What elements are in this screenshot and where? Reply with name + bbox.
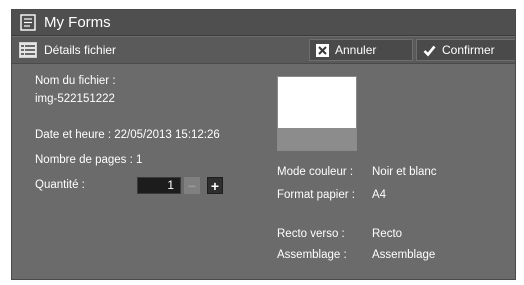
document-preview-thumbnail [277,76,357,151]
duplex-value: Recto [372,228,403,240]
preview-footer-bar [278,128,356,150]
cancel-button-label: Annuler [335,43,377,57]
confirm-button[interactable]: Confirmer [416,39,515,61]
forms-icon [20,14,36,31]
color-mode-value: Noir et blanc [372,166,437,178]
details-toolbar: Détails fichier Annuler Confirmer [12,37,515,64]
collate-value: Assemblage [372,249,436,261]
filename-label: Nom du fichier : [35,75,116,87]
list-icon [19,42,37,58]
color-mode-label: Mode couleur : [277,166,354,178]
cancel-button[interactable]: Annuler [309,39,413,61]
quantity-label: Quantité : [35,179,85,191]
my-forms-window: My Forms Détails fichier Annuler Confirm… [11,9,516,280]
x-icon [316,43,329,57]
paper-size-label: Format papier : [277,189,355,201]
collate-label: Assemblage : [277,249,347,261]
minus-icon: − [187,177,197,194]
paper-size-value: A4 [372,189,387,201]
filename-value: img-522151222 [35,93,115,105]
confirm-button-label: Confirmer [442,43,495,57]
file-details-panel: Nom du fichier : img-522151222 Date et h… [12,65,515,279]
title-bar: My Forms [12,10,515,36]
datetime-text: Date et heure : 22/05/2013 15:12:26 [35,129,220,141]
checkmark-icon [423,44,436,57]
window-title: My Forms [44,14,111,31]
quantity-increment-button[interactable]: + [207,177,223,194]
section-title: Détails fichier [44,43,117,57]
plus-icon: + [210,177,220,194]
duplex-label: Recto verso : [277,228,345,240]
quantity-field[interactable]: 1 [137,177,181,194]
page-count-text: Nombre de pages : 1 [35,154,143,166]
quantity-decrement-button[interactable]: − [184,177,200,194]
